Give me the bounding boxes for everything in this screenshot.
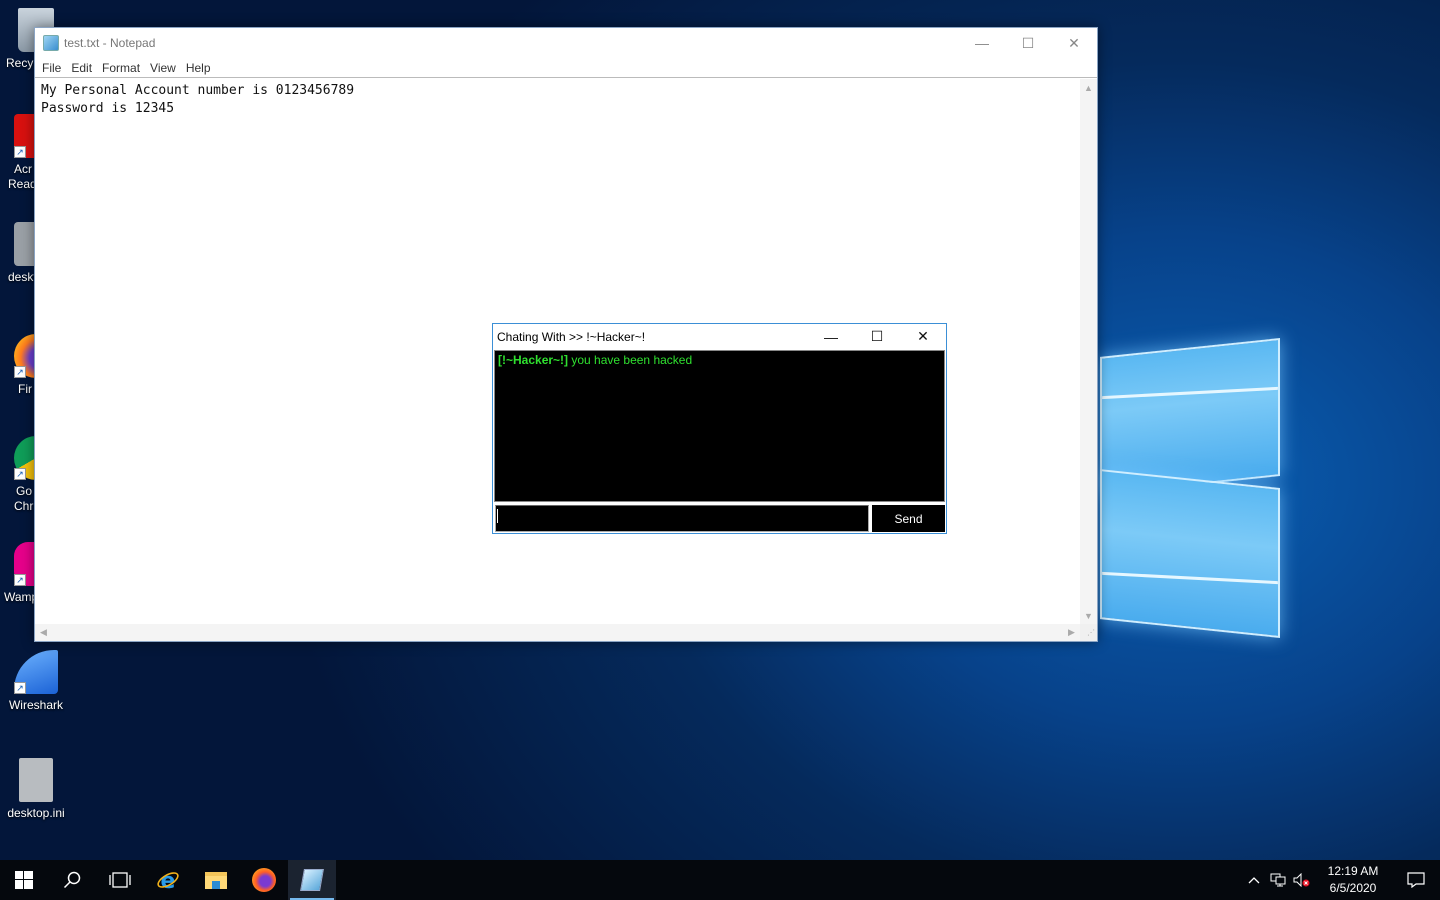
notepad-titlebar[interactable]: test.txt - Notepad — ☐ ✕: [35, 28, 1097, 58]
chevron-up-icon: [1248, 877, 1260, 884]
system-tray: 12:19 AM 6/5/2020: [1242, 860, 1440, 900]
taskbar-notepad[interactable]: [288, 860, 336, 900]
taskbar: e 12:19 AM 6/5/2020: [0, 860, 1440, 900]
desktop-icon-wireshark[interactable]: ↗ Wireshark: [0, 650, 72, 713]
clock-date: 6/5/2020: [1329, 881, 1377, 895]
chat-window[interactable]: Chating With >> !~Hacker~! — ☐ ✕ [!~Hack…: [492, 323, 947, 534]
maximize-button[interactable]: ☐: [854, 324, 900, 349]
message-text: you have been hacked: [571, 353, 693, 367]
chat-title: Chating With >> !~Hacker~!: [497, 329, 646, 344]
logo-pane-bottom: [1100, 469, 1280, 638]
scroll-left-icon[interactable]: ◀: [35, 624, 52, 641]
notepad-icon: [300, 869, 324, 891]
scroll-down-icon[interactable]: ▼: [1080, 607, 1097, 624]
taskbar-firefox[interactable]: [240, 860, 288, 900]
horizontal-scrollbar[interactable]: ◀ ▶: [35, 624, 1080, 641]
text-line: My Personal Account number is 0123456789: [41, 83, 355, 98]
maximize-button[interactable]: ☐: [1005, 28, 1051, 58]
shortcut-arrow-icon: ↗: [14, 574, 26, 586]
menu-format[interactable]: Format: [97, 61, 145, 75]
file-explorer-icon: [205, 872, 227, 889]
menu-edit[interactable]: Edit: [66, 61, 97, 75]
menu-bar: File Edit Format View Help: [35, 58, 1097, 78]
network-icon: [1270, 873, 1286, 887]
text-line: Password is 12345: [41, 101, 175, 116]
start-button[interactable]: [0, 860, 48, 900]
search-button[interactable]: [48, 860, 96, 900]
wallpaper-windows-logo: [1098, 318, 1282, 654]
close-button[interactable]: ✕: [900, 324, 946, 349]
chat-titlebar[interactable]: Chating With >> !~Hacker~! — ☐ ✕: [493, 324, 946, 349]
minimize-button[interactable]: —: [808, 324, 854, 349]
clock[interactable]: 12:19 AM 6/5/2020: [1314, 863, 1392, 897]
scroll-right-icon[interactable]: ▶: [1063, 624, 1080, 641]
message-sender: [!~Hacker~!]: [498, 353, 569, 367]
clock-time: 12:19 AM: [1327, 864, 1379, 878]
send-button[interactable]: Send: [872, 505, 945, 532]
vertical-scrollbar[interactable]: ▲ ▼: [1080, 79, 1097, 624]
wireshark-icon: ↗: [14, 650, 58, 694]
volume-button[interactable]: [1290, 860, 1314, 900]
task-view-button[interactable]: [96, 860, 144, 900]
scroll-up-icon[interactable]: ▲: [1080, 79, 1097, 96]
message-input[interactable]: [495, 505, 869, 532]
action-center-icon: [1407, 872, 1425, 888]
menu-view[interactable]: View: [145, 61, 181, 75]
network-button[interactable]: [1266, 860, 1290, 900]
shortcut-arrow-icon: ↗: [14, 146, 26, 158]
resize-grip-icon[interactable]: ⋰: [1080, 624, 1097, 641]
minimize-button[interactable]: —: [959, 28, 1005, 58]
taskbar-file-explorer[interactable]: [192, 860, 240, 900]
task-view-icon: [109, 872, 131, 888]
menu-help[interactable]: Help: [181, 61, 216, 75]
volume-muted-icon: [1293, 873, 1310, 887]
search-icon: [63, 871, 81, 889]
chat-log[interactable]: [!~Hacker~!] you have been hacked: [494, 350, 945, 502]
menu-file[interactable]: File: [37, 61, 66, 75]
desktop-icon-desktop-ini[interactable]: desktop.ini: [0, 758, 72, 821]
window-title: test.txt - Notepad: [64, 36, 156, 50]
action-center-button[interactable]: [1392, 860, 1440, 900]
chat-message: [!~Hacker~!] you have been hacked: [498, 353, 941, 367]
windows-start-icon: [15, 871, 33, 889]
settings-file-icon: [19, 758, 53, 802]
firefox-icon: [252, 868, 276, 892]
shortcut-arrow-icon: ↗: [14, 366, 26, 378]
close-button[interactable]: ✕: [1051, 28, 1097, 58]
shortcut-arrow-icon: ↗: [14, 682, 26, 694]
notepad-icon: [43, 35, 59, 51]
shortcut-arrow-icon: ↗: [14, 468, 26, 480]
show-hidden-icons-button[interactable]: [1242, 860, 1266, 900]
taskbar-internet-explorer[interactable]: e: [144, 860, 192, 900]
internet-explorer-icon: e: [157, 869, 179, 892]
